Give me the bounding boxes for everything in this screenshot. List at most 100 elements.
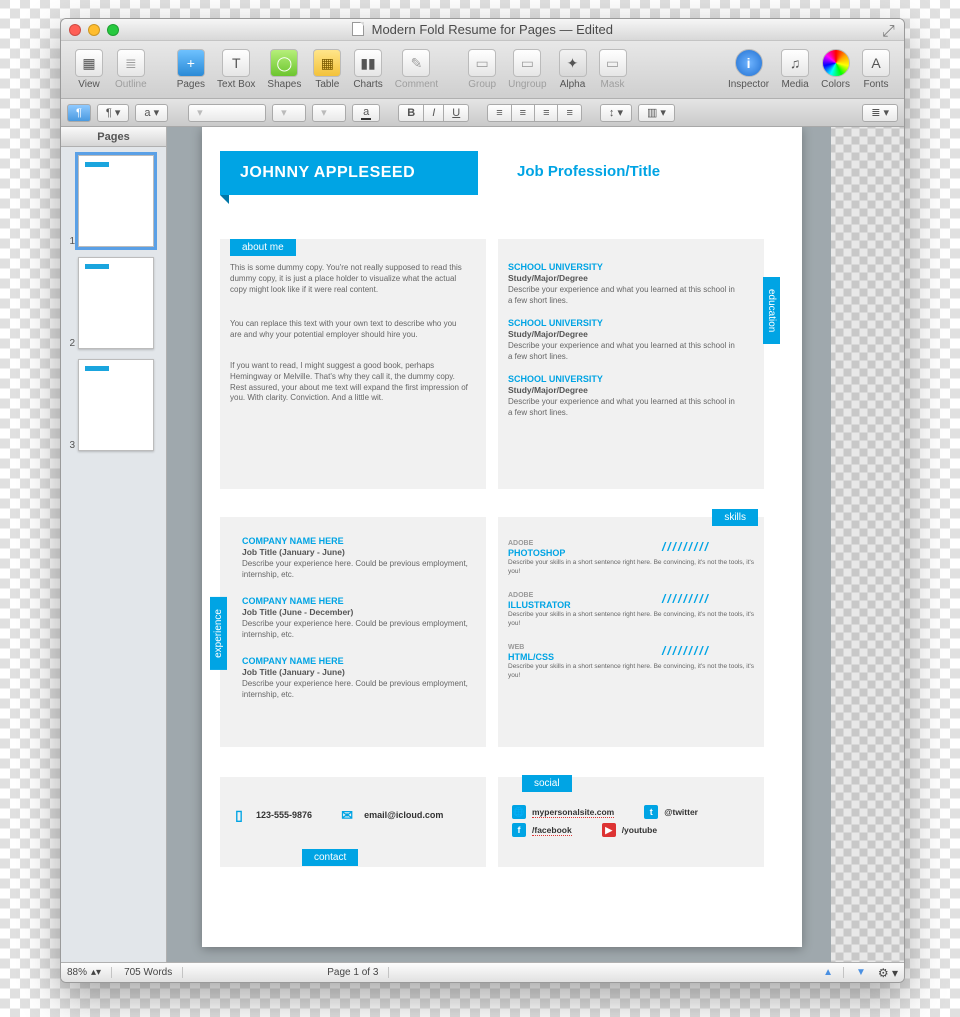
experience-tag[interactable]: experience xyxy=(210,597,227,670)
zoom-button[interactable] xyxy=(107,24,119,36)
job-desc[interactable]: Describe your experience here. Could be … xyxy=(242,679,468,701)
page-thumbnail-2[interactable] xyxy=(78,257,154,349)
page-indicator[interactable]: Page 1 of 3 xyxy=(327,967,389,978)
pages-button[interactable]: + Pages xyxy=(171,47,211,92)
skills-tag[interactable]: skills xyxy=(712,509,758,526)
contact-tag[interactable]: contact xyxy=(302,849,358,866)
zoom-picker[interactable]: 88% ▴▾ xyxy=(67,967,112,978)
colors-button[interactable]: Colors xyxy=(815,47,856,92)
skill-desc[interactable]: Describe your skills in a short sentence… xyxy=(508,611,754,629)
view-icon: ▦ xyxy=(75,49,103,77)
job-role[interactable]: Job Title (January - June) xyxy=(242,547,345,558)
pages-icon: + xyxy=(177,49,205,77)
minimize-button[interactable] xyxy=(88,24,100,36)
outline-label: Outline xyxy=(115,79,147,90)
align-right-button[interactable]: ≡ xyxy=(534,104,557,122)
media-button[interactable]: ♫Media xyxy=(775,47,815,92)
alpha-button[interactable]: ✦Alpha xyxy=(553,47,593,92)
outline-icon: ≣ xyxy=(117,49,145,77)
about-paragraph[interactable]: You can replace this text with your own … xyxy=(230,319,468,341)
list-style-picker[interactable]: a ▾ xyxy=(135,104,168,122)
page-thumbnail-1[interactable] xyxy=(78,155,154,247)
thumb-number: 2 xyxy=(65,338,75,349)
shapes-icon: ◯ xyxy=(270,49,298,77)
contact-row[interactable]: ▯ 123-555-9876 ✉ email@icloud.com xyxy=(232,807,443,823)
comment-icon: ✎ xyxy=(402,49,430,77)
underline-button[interactable]: U xyxy=(443,104,469,122)
about-paragraph[interactable]: This is some dummy copy. You're not real… xyxy=(230,263,468,295)
table-button[interactable]: ▦Table xyxy=(307,47,347,92)
education-tag[interactable]: education xyxy=(763,277,780,344)
skill-desc[interactable]: Describe your skills in a short sentence… xyxy=(508,559,754,577)
phone-icon: ▯ xyxy=(232,807,246,823)
comment-button: ✎Comment xyxy=(389,47,444,92)
inspector-button[interactable]: iInspector xyxy=(722,47,775,92)
word-count[interactable]: 705 Words xyxy=(124,967,183,978)
status-bar: 88% ▴▾ 705 Words Page 1 of 3 ▲ ▼ ⚙ ▾ xyxy=(61,962,904,982)
job-role[interactable]: Job Title (January - June) xyxy=(242,667,345,678)
school-name[interactable]: SCHOOL UNIVERSITY xyxy=(508,261,603,273)
shapes-button[interactable]: ◯Shapes xyxy=(261,47,307,92)
youtube-icon: ▶ xyxy=(602,823,616,837)
school-name[interactable]: SCHOOL UNIVERSITY xyxy=(508,373,603,385)
job-desc[interactable]: Describe your experience here. Could be … xyxy=(242,559,468,581)
document-icon xyxy=(352,22,364,36)
text-color-picker[interactable]: a xyxy=(352,104,380,122)
skill-desc[interactable]: Describe your skills in a short sentence… xyxy=(508,663,754,681)
school-desc[interactable]: Describe your experience and what you le… xyxy=(508,285,738,307)
font-style-picker[interactable]: ▾ xyxy=(272,104,306,122)
company-name[interactable]: COMPANY NAME HERE xyxy=(242,535,344,547)
page-thumbnail-3[interactable] xyxy=(78,359,154,451)
align-left-button[interactable]: ≡ xyxy=(487,104,510,122)
company-name[interactable]: COMPANY NAME HERE xyxy=(242,595,344,607)
about-paragraph[interactable]: If you want to read, I might suggest a g… xyxy=(230,361,468,404)
settings-gear-icon[interactable]: ⚙ ▾ xyxy=(878,966,898,980)
company-name[interactable]: COMPANY NAME HERE xyxy=(242,655,344,667)
thumb-number: 1 xyxy=(65,236,75,247)
nav-down-button[interactable]: ▼ xyxy=(856,967,866,978)
bold-button[interactable]: B xyxy=(398,104,423,122)
job-title[interactable]: Job Profession/Title xyxy=(517,163,660,180)
nav-up-button[interactable]: ▲ xyxy=(823,967,844,978)
columns-button[interactable]: ▥ ▾ xyxy=(638,104,675,122)
align-justify-button[interactable]: ≡ xyxy=(557,104,581,122)
textbox-button[interactable]: TText Box xyxy=(211,47,261,92)
school-name[interactable]: SCHOOL UNIVERSITY xyxy=(508,317,603,329)
degree[interactable]: Study/Major/Degree xyxy=(508,273,588,284)
skill-name[interactable]: ILLUSTRATOR xyxy=(508,599,571,611)
job-role[interactable]: Job Title (June - December) xyxy=(242,607,353,618)
social-tag[interactable]: social xyxy=(522,775,572,792)
view-button[interactable]: ▦ View xyxy=(69,47,109,92)
sidebar-header: Pages xyxy=(61,127,166,147)
degree[interactable]: Study/Major/Degree xyxy=(508,385,588,396)
font-size-picker[interactable]: ▾ xyxy=(312,104,346,122)
show-para-marks-button[interactable]: ¶ xyxy=(67,104,91,122)
charts-button[interactable]: ▮▮Charts xyxy=(347,47,388,92)
school-desc[interactable]: Describe your experience and what you le… xyxy=(508,397,738,419)
page-1[interactable]: JOHNNY APPLESEED Job Profession/Title ab… xyxy=(202,127,802,947)
fonts-button[interactable]: AFonts xyxy=(856,47,896,92)
view-label: View xyxy=(78,79,100,90)
skill-name[interactable]: HTML/CSS xyxy=(508,651,554,663)
name-banner[interactable]: JOHNNY APPLESEED xyxy=(220,151,478,195)
school-desc[interactable]: Describe your experience and what you le… xyxy=(508,341,738,363)
list-button[interactable]: ≣ ▾ xyxy=(862,104,898,122)
align-center-button[interactable]: ≡ xyxy=(511,104,534,122)
close-button[interactable] xyxy=(69,24,81,36)
social-grid[interactable]: 🌐mypersonalsite.com t@twitter f/facebook… xyxy=(512,805,698,841)
skill-name[interactable]: PHOTOSHOP xyxy=(508,547,565,559)
para-style-picker[interactable]: ¶ ▾ xyxy=(97,104,130,122)
line-spacing-button[interactable]: ↕ ▾ xyxy=(600,104,632,122)
twitter-icon: t xyxy=(644,805,658,819)
about-tag[interactable]: about me xyxy=(230,239,296,256)
window-title: Modern Fold Resume for Pages — Edited xyxy=(61,22,904,37)
degree[interactable]: Study/Major/Degree xyxy=(508,329,588,340)
fonts-icon: A xyxy=(862,49,890,77)
charts-label: Charts xyxy=(353,79,382,90)
italic-button[interactable]: I xyxy=(423,104,443,122)
job-desc[interactable]: Describe your experience here. Could be … xyxy=(242,619,468,641)
pages-label: Pages xyxy=(177,79,205,90)
font-family-picker[interactable]: ▾ xyxy=(188,104,266,122)
fullscreen-icon[interactable]: ⤢ xyxy=(882,23,896,37)
document-canvas[interactable]: JOHNNY APPLESEED Job Profession/Title ab… xyxy=(167,127,904,962)
